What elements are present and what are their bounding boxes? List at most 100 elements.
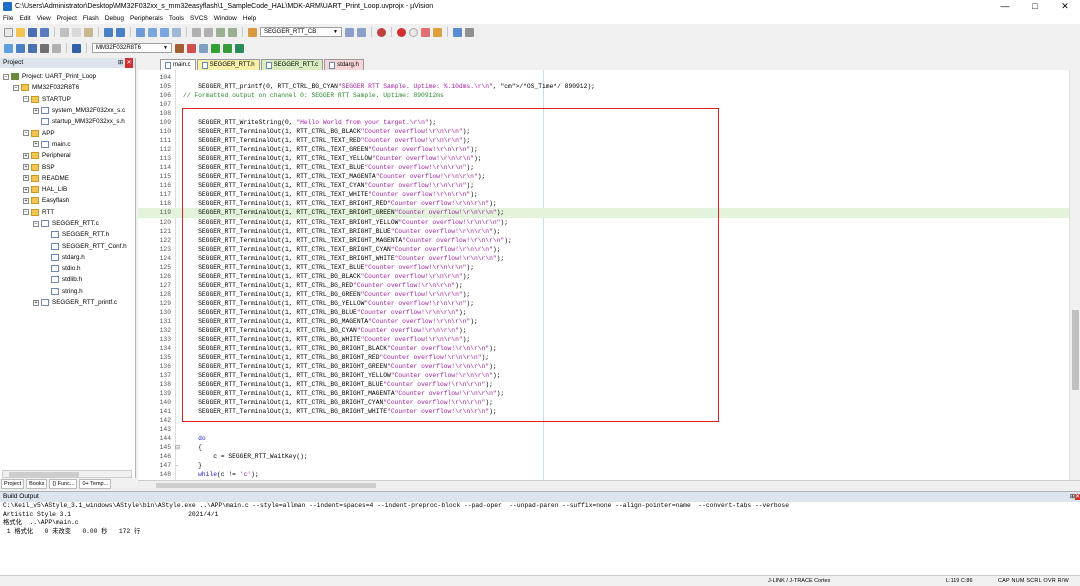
menu-tools[interactable]: Tools	[169, 15, 184, 22]
tree-item[interactable]: stdarg.h	[0, 252, 135, 263]
pin-icon[interactable]: ⊞	[118, 58, 123, 68]
menu-help[interactable]: Help	[243, 15, 256, 22]
editor-tab[interactable]: SEGGER_RTT.c	[260, 59, 324, 70]
copy-icon[interactable]	[72, 27, 81, 37]
uncomment-icon[interactable]	[228, 27, 237, 37]
build-icon[interactable]	[16, 43, 25, 53]
save-all-icon[interactable]	[40, 27, 49, 37]
target-combo[interactable]: MM32F032R8T6 ▼	[92, 43, 172, 53]
fold-marker-icon[interactable]: -	[175, 461, 183, 470]
tree-item[interactable]: startup_MM32F032xx_s.h	[0, 116, 135, 127]
tree-item[interactable]: − SEGGER_RTT.c	[0, 218, 135, 229]
code-editor[interactable]: 104 105 SEGGER_RTT_printf(0, RTT_CTRL_BG_…	[138, 70, 1069, 480]
find-icon[interactable]	[345, 27, 354, 37]
close-icon[interactable]: ✕	[1074, 494, 1080, 500]
disable-breakpoint-icon[interactable]	[409, 27, 418, 37]
save-icon[interactable]	[28, 27, 37, 37]
editor-vertical-scrollbar[interactable]	[1069, 70, 1080, 480]
tree-item[interactable]: + main.c	[0, 139, 135, 150]
stop-build-icon[interactable]	[52, 43, 61, 53]
expand-toggle-icon[interactable]: −	[33, 220, 39, 227]
tree-item[interactable]: + BSP	[0, 161, 135, 172]
tree-item[interactable]: + README	[0, 173, 135, 184]
target-options-icon[interactable]	[175, 43, 184, 53]
project-pane-tab[interactable]: 0+ Temp...	[79, 479, 112, 489]
window-layout-icon[interactable]	[453, 27, 462, 37]
configure-icon[interactable]	[433, 27, 442, 37]
maximize-button[interactable]: □	[1020, 0, 1050, 13]
tree-item[interactable]: − MM32F032R8T6	[0, 82, 135, 93]
expand-toggle-icon[interactable]: −	[23, 130, 29, 137]
menu-debug[interactable]: Debug	[105, 15, 124, 22]
batch-build-icon[interactable]	[40, 43, 49, 53]
open-folder-icon[interactable]	[16, 27, 25, 37]
menu-peripherals[interactable]: Peripherals	[130, 15, 163, 22]
menu-view[interactable]: View	[37, 15, 51, 22]
expand-toggle-icon[interactable]: +	[23, 175, 29, 182]
build-output-text[interactable]: C:\Keil_v5\AStyle_3.1_windows\AStyle\bin…	[0, 502, 1080, 536]
clear-bookmarks-icon[interactable]	[172, 27, 181, 37]
tree-item[interactable]: − Project: UART_Print_Loop	[0, 71, 135, 82]
menu-flash[interactable]: Flash	[83, 15, 99, 22]
expand-toggle-icon[interactable]: +	[23, 152, 29, 159]
expand-toggle-icon[interactable]: −	[23, 96, 29, 103]
scrollbar-thumb[interactable]	[1072, 310, 1079, 390]
manage-rte-icon[interactable]	[235, 43, 244, 53]
project-horizontal-scrollbar[interactable]	[2, 470, 132, 478]
expand-toggle-icon[interactable]: +	[33, 107, 39, 114]
scrollbar-thumb[interactable]	[156, 483, 376, 488]
tree-item[interactable]: SEGGER_RTT.h	[0, 229, 135, 240]
expand-toggle-icon[interactable]: +	[23, 186, 29, 193]
expand-toggle-icon[interactable]: −	[3, 73, 9, 80]
menu-svcs[interactable]: SVCS	[190, 15, 208, 22]
redo-icon[interactable]	[116, 27, 125, 37]
breakpoint-icon[interactable]	[397, 27, 406, 37]
menu-window[interactable]: Window	[214, 15, 237, 22]
tree-item[interactable]: SEGGER_RTT_Conf.h	[0, 240, 135, 251]
expand-toggle-icon[interactable]: +	[33, 299, 39, 306]
scrollbar-thumb[interactable]	[9, 472, 79, 477]
download-icon[interactable]	[72, 43, 81, 53]
paste-icon[interactable]	[84, 27, 93, 37]
expand-toggle-icon[interactable]: +	[23, 164, 29, 171]
select-packs-icon[interactable]	[223, 43, 232, 53]
wrench-icon[interactable]	[465, 27, 474, 37]
tree-item[interactable]: string.h	[0, 286, 135, 297]
expand-toggle-icon[interactable]: +	[23, 197, 29, 204]
tree-item[interactable]: − STARTUP	[0, 94, 135, 105]
editor-tab[interactable]: SEGGER_RTT.h	[196, 59, 260, 70]
project-pane-tab[interactable]: {} Func...	[49, 479, 78, 489]
unindent-icon[interactable]	[204, 27, 213, 37]
file-extensions-icon[interactable]	[199, 43, 208, 53]
tree-item[interactable]: stdlib.h	[0, 274, 135, 285]
tree-item[interactable]: + SEGGER_RTT_printf.c	[0, 297, 135, 308]
manage-components-icon[interactable]	[187, 43, 196, 53]
find-in-files-icon[interactable]	[248, 27, 257, 37]
tree-item[interactable]: stdio.h	[0, 263, 135, 274]
kill-breakpoints-icon[interactable]	[421, 27, 430, 37]
close-button[interactable]: ✕	[1050, 0, 1080, 13]
undo-icon[interactable]	[104, 27, 113, 37]
prev-bookmark-icon[interactable]	[148, 27, 157, 37]
minimize-button[interactable]: —	[990, 0, 1020, 13]
rebuild-icon[interactable]	[28, 43, 37, 53]
menu-project[interactable]: Project	[57, 15, 77, 22]
editor-tab[interactable]: stdarg.h	[324, 59, 364, 70]
fold-marker-icon[interactable]: ⊟	[175, 443, 183, 452]
editor-tab[interactable]: main.c	[160, 59, 196, 70]
project-pane-tab[interactable]: Books	[26, 479, 48, 489]
new-file-icon[interactable]	[4, 27, 13, 37]
cut-icon[interactable]	[60, 27, 69, 37]
replace-icon[interactable]	[357, 27, 366, 37]
expand-toggle-icon[interactable]: −	[23, 209, 29, 216]
tree-item[interactable]: − APP	[0, 127, 135, 138]
tree-item[interactable]: − RTT	[0, 207, 135, 218]
expand-toggle-icon[interactable]: −	[13, 84, 19, 91]
project-pane-tab[interactable]: Project	[1, 479, 25, 489]
editor-horizontal-scrollbar[interactable]	[138, 480, 1080, 489]
tree-item[interactable]: + HAL_LIB	[0, 184, 135, 195]
tree-item[interactable]: + system_MM32F032xx_s.c	[0, 105, 135, 116]
expand-toggle-icon[interactable]: +	[33, 141, 39, 148]
comment-icon[interactable]	[216, 27, 225, 37]
tree-item[interactable]: + Easyflash	[0, 195, 135, 206]
